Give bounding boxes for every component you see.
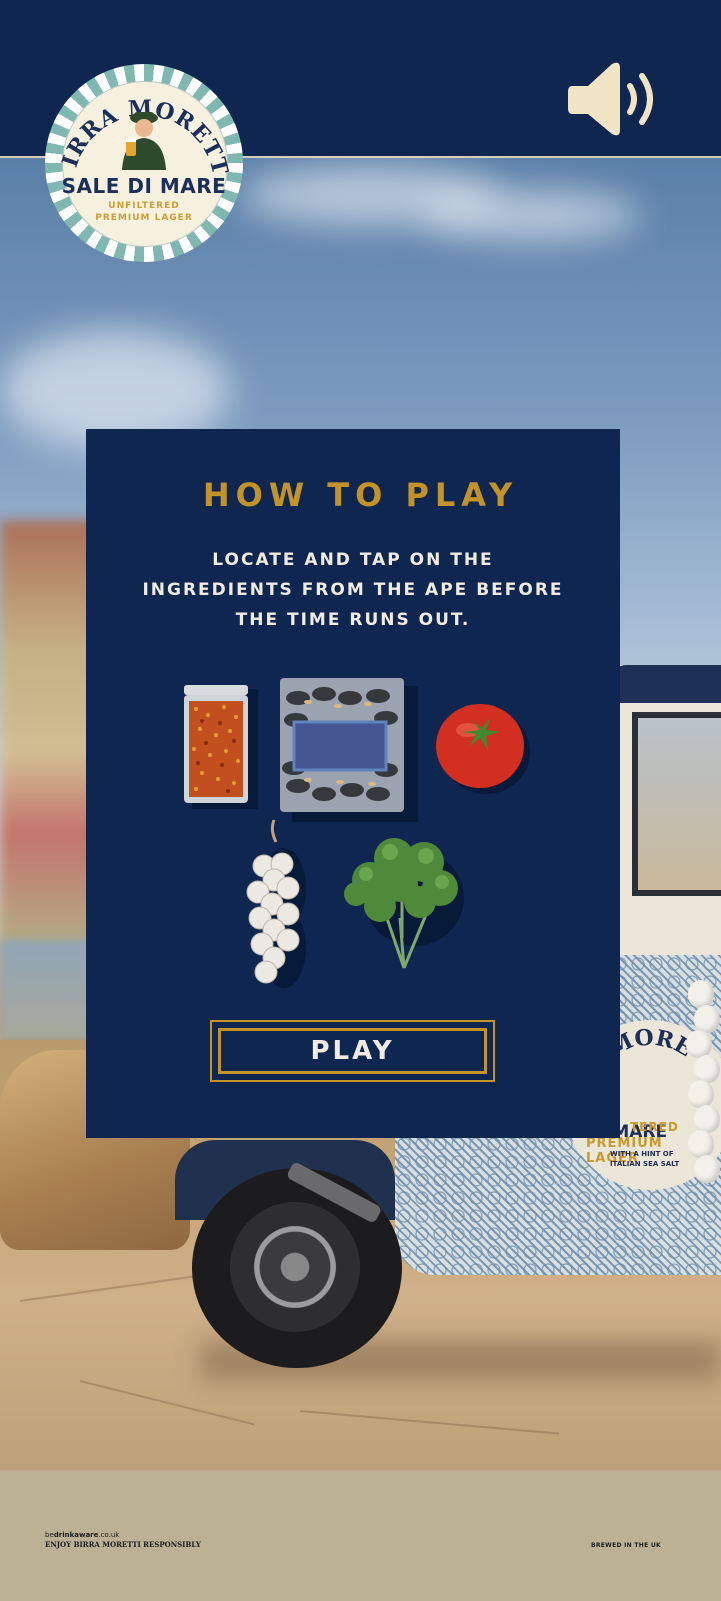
brand-sub1: UNFILTERED — [108, 201, 180, 211]
garlic-string-icon — [246, 819, 306, 988]
ape-vehicle-window — [632, 712, 721, 896]
modal-instructions: LOCATE AND TAP ON THE INGREDIENTS FROM T… — [130, 545, 576, 635]
instruction-line-3: THE TIME RUNS OUT. — [235, 610, 471, 630]
tomato-icon — [436, 704, 530, 794]
drinkaware-bold: drinkaware — [53, 1531, 99, 1539]
drinkaware-link[interactable]: bedrinkaware.co.uk — [45, 1530, 201, 1540]
ape-wheel-hub — [230, 1202, 360, 1332]
footer-responsibility: bedrinkaware.co.uk ENJOY BIRRA MORETTI R… — [45, 1530, 201, 1550]
parsley-icon — [344, 838, 464, 969]
brand-sub2: PREMIUM LAGER — [95, 213, 193, 223]
brand-name: SALE DI MARE — [61, 174, 227, 198]
mussels-pack-icon — [280, 678, 418, 822]
drinkaware-post: .co.uk — [98, 1531, 120, 1539]
enjoy-responsibly-text: ENJOY BIRRA MORETTI RESPONSIBLY — [45, 1540, 201, 1549]
instruction-line-1: LOCATE AND TAP ON THE — [212, 550, 494, 570]
ape-badge-sub: TERED — [630, 1120, 679, 1134]
moretti-man-icon — [122, 112, 166, 170]
instruction-line-2: INGREDIENTS FROM THE APE BEFORE — [142, 580, 564, 600]
hanging-garlic — [682, 960, 721, 1210]
play-button[interactable]: PLAY — [210, 1020, 495, 1082]
drinkaware-pre: be — [45, 1531, 54, 1539]
play-button-label: PLAY — [218, 1028, 487, 1074]
sound-toggle-button[interactable] — [566, 60, 661, 138]
speaker-icon — [568, 62, 653, 136]
ape-vehicle-roof — [612, 665, 721, 703]
brand-subtitle: UNFILTERED PREMIUM LAGER — [45, 200, 243, 224]
ape-badge-note1: WITH A HINT OF — [610, 1150, 674, 1158]
cloud — [420, 190, 640, 240]
brewed-in-uk-text: BREWED IN THE UK — [590, 1542, 661, 1549]
chili-flakes-jar-icon — [184, 685, 258, 809]
modal-title: HOW TO PLAY — [202, 476, 519, 514]
ape-badge-note2: ITALIAN SEA SALT — [610, 1160, 680, 1168]
